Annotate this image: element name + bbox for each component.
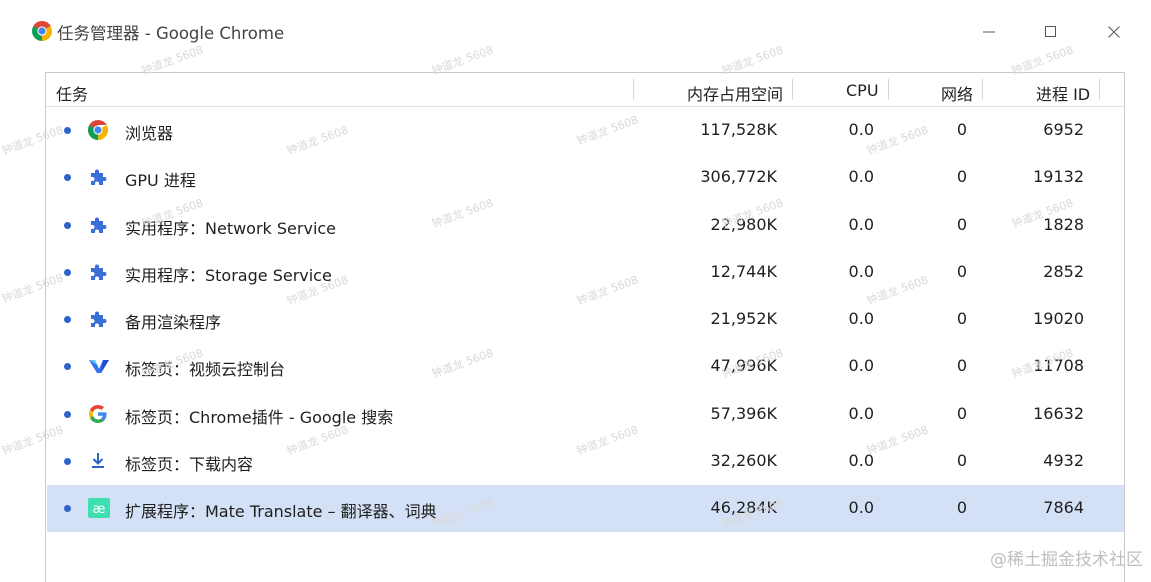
- task-row[interactable]: 标签页：视频云控制台 47,996K 0.0 0 11708: [47, 343, 1124, 390]
- memory-value: 12,744K: [710, 261, 777, 281]
- cpu-value: 0.0: [848, 403, 874, 423]
- task-name: 标签页：视频云控制台: [125, 360, 286, 380]
- task-row[interactable]: æ 扩展程序：Mate Translate – 翻译器、词典 46,284K 0.0 0…: [47, 485, 1124, 532]
- task-name: 备用渲染程序: [125, 313, 222, 332]
- task-row[interactable]: 实用程序：Network Service 22,980K 0.0 0 1828: [47, 202, 1124, 249]
- chrome-logo-icon: [32, 21, 52, 41]
- memory-value: 46,284K: [710, 498, 777, 517]
- column-header-pid[interactable]: 进程 ID: [1036, 81, 1090, 105]
- column-divider[interactable]: [633, 79, 634, 100]
- cpu-value: 0.0: [848, 167, 874, 187]
- maximize-icon: [1045, 26, 1056, 37]
- vod-icon: [88, 356, 109, 376]
- column-header-cpu[interactable]: CPU: [846, 81, 879, 100]
- chrome-icon: [88, 120, 108, 140]
- bullet-icon: [64, 268, 71, 276]
- network-value: 0: [956, 214, 967, 234]
- process-id-value: 16632: [1033, 403, 1084, 423]
- network-value: 0: [956, 403, 967, 423]
- memory-value: 57,396K: [710, 403, 777, 423]
- close-icon: [1108, 26, 1120, 38]
- task-name: GPU 进程: [125, 171, 196, 191]
- process-id-value: 11708: [1033, 356, 1084, 376]
- task-table: 任务 内存占用空间 CPU 网络 进程 ID 浏览器 117,528K 0.0 0 69…: [45, 72, 1125, 582]
- process-id-value: 1828: [1043, 214, 1084, 234]
- source-watermark: @稀土掘金技术社区: [990, 550, 1143, 570]
- column-divider[interactable]: [888, 79, 889, 100]
- process-id-value: 19020: [1033, 309, 1084, 328]
- download-icon: [88, 451, 108, 471]
- mate-translate-icon: æ: [88, 498, 110, 518]
- memory-value: 306,772K: [700, 167, 777, 187]
- task-row[interactable]: 备用渲染程序 21,952K 0.0 0 19020: [47, 296, 1124, 343]
- bullet-icon: [64, 363, 71, 371]
- svg-text:æ: æ: [93, 502, 106, 517]
- bullet-icon: [64, 221, 71, 229]
- bullet-icon: [64, 457, 71, 465]
- network-value: 0: [956, 120, 967, 139]
- maximize-button[interactable]: [1036, 18, 1066, 46]
- task-row[interactable]: 标签页：下载内容 32,260K 0.0 0 4932: [47, 438, 1124, 485]
- minimize-icon: [983, 31, 995, 33]
- network-value: 0: [956, 498, 967, 517]
- puzzle-icon: [88, 262, 108, 282]
- column-header-memory[interactable]: 内存占用空间: [687, 81, 783, 105]
- puzzle-icon: [88, 215, 108, 235]
- bullet-icon: [64, 316, 71, 323]
- window-title: 任务管理器 - Google Chrome: [57, 24, 285, 43]
- cpu-value: 0.0: [848, 450, 874, 470]
- cpu-value: 0.0: [848, 214, 874, 234]
- task-name: 标签页：Chrome插件 - Google 搜索: [125, 407, 394, 427]
- bullet-icon: [64, 505, 71, 512]
- column-header-network[interactable]: 网络: [941, 81, 973, 105]
- memory-value: 117,528K: [700, 120, 777, 139]
- network-value: 0: [956, 167, 967, 187]
- memory-value: 32,260K: [710, 450, 777, 470]
- close-button[interactable]: [1099, 18, 1129, 46]
- task-row[interactable]: 浏览器 117,528K 0.0 0 6952: [47, 107, 1124, 154]
- column-divider[interactable]: [982, 79, 983, 100]
- bullet-icon: [64, 127, 71, 134]
- table-header: 任务 内存占用空间 CPU 网络 进程 ID: [46, 73, 1124, 107]
- task-name: 实用程序：Storage Service: [125, 265, 332, 285]
- cpu-value: 0.0: [848, 498, 874, 517]
- column-divider[interactable]: [1099, 79, 1100, 100]
- network-value: 0: [956, 356, 967, 376]
- task-row[interactable]: GPU 进程 306,772K 0.0 0 19132: [47, 154, 1124, 201]
- cpu-value: 0.0: [848, 120, 874, 139]
- cpu-value: 0.0: [848, 309, 874, 328]
- process-id-value: 2852: [1043, 261, 1084, 281]
- task-row[interactable]: 实用程序：Storage Service 12,744K 0.0 0 2852: [47, 249, 1124, 296]
- minimize-button[interactable]: [974, 18, 1004, 46]
- puzzle-icon: [88, 167, 108, 187]
- bullet-icon: [64, 174, 71, 182]
- process-id-value: 7864: [1043, 498, 1084, 517]
- network-value: 0: [956, 309, 967, 328]
- column-divider[interactable]: [792, 79, 793, 100]
- task-name: 浏览器: [125, 124, 174, 143]
- task-name: 标签页：下载内容: [125, 454, 254, 474]
- memory-value: 22,980K: [710, 214, 777, 234]
- google-g-icon: [88, 404, 108, 424]
- memory-value: 47,996K: [710, 356, 777, 376]
- puzzle-icon: [88, 309, 108, 329]
- task-name: 扩展程序：Mate Translate – 翻译器、词典: [125, 502, 437, 521]
- cpu-value: 0.0: [848, 261, 874, 281]
- task-row[interactable]: 标签页：Chrome插件 - Google 搜索 57,396K 0.0 0 16632: [47, 391, 1124, 438]
- memory-value: 21,952K: [710, 309, 777, 328]
- bullet-icon: [64, 410, 71, 418]
- cpu-value: 0.0: [848, 356, 874, 376]
- title-bar: 任务管理器 - Google Chrome: [0, 0, 1151, 62]
- process-id-value: 4932: [1043, 450, 1084, 470]
- task-name: 实用程序：Network Service: [125, 218, 337, 238]
- network-value: 0: [956, 261, 967, 281]
- network-value: 0: [956, 450, 967, 470]
- column-header-task[interactable]: 任务: [56, 81, 88, 105]
- process-id-value: 6952: [1043, 120, 1084, 139]
- process-id-value: 19132: [1033, 167, 1084, 187]
